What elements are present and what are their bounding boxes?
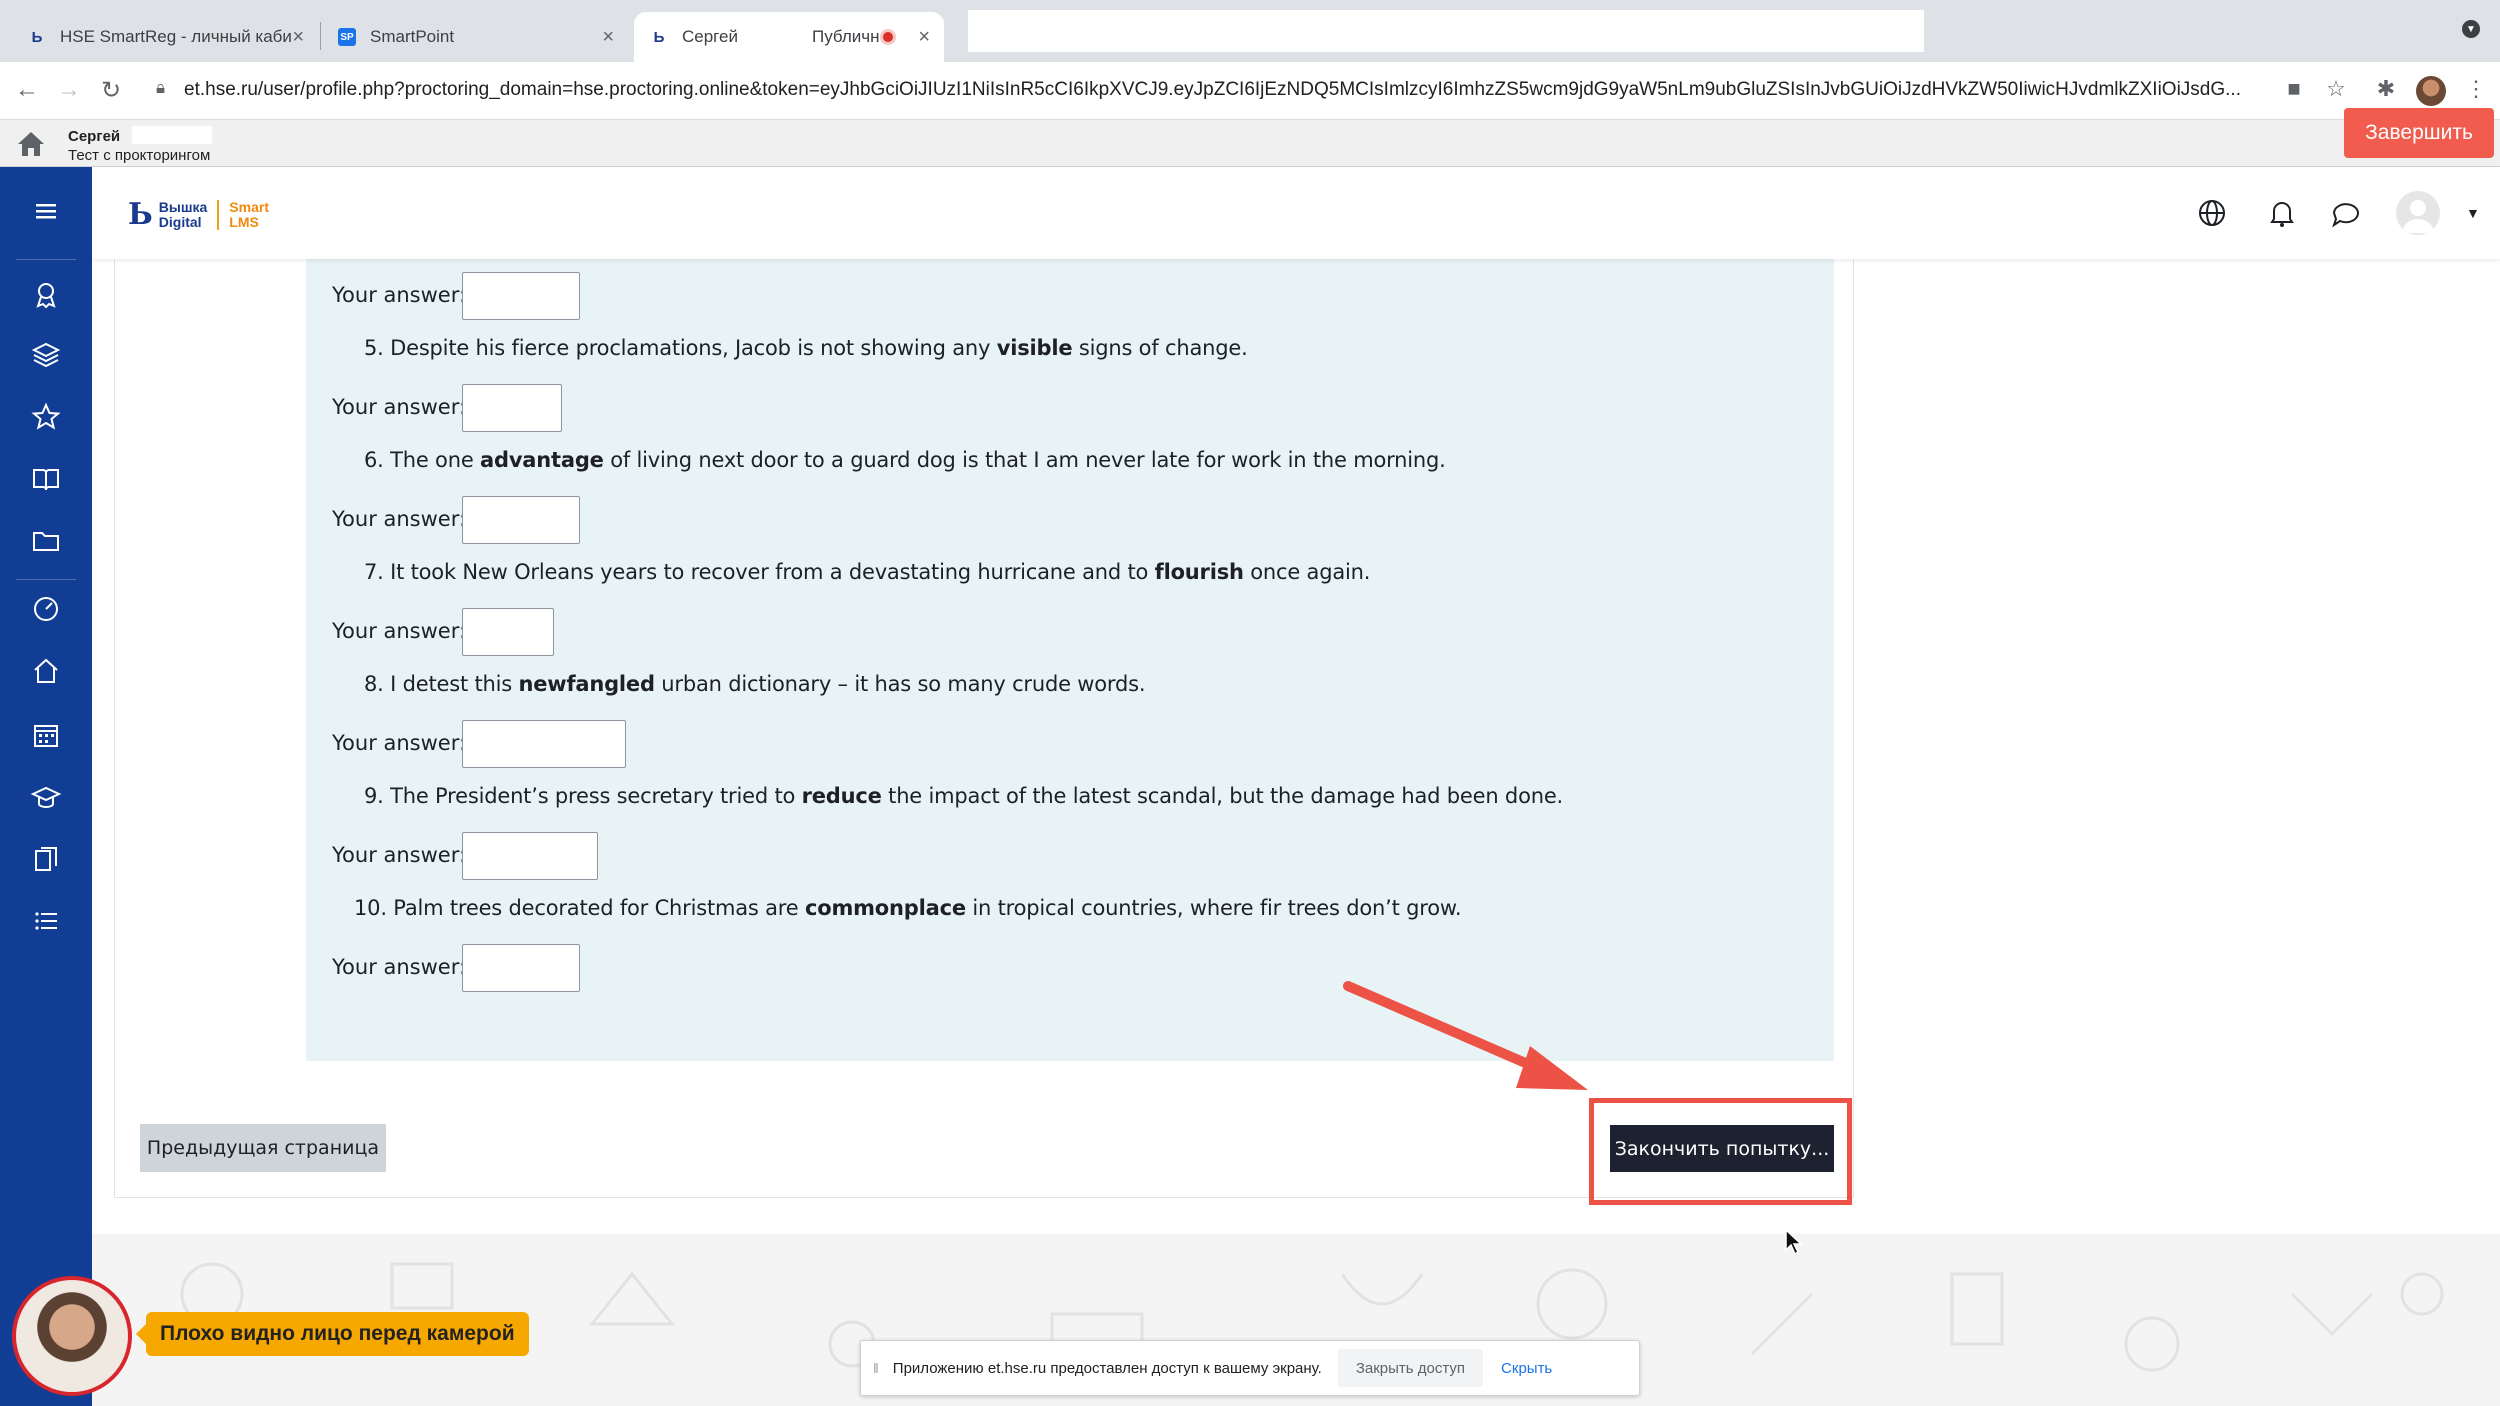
dashboard-gauge-icon[interactable] — [30, 593, 62, 625]
tab-smartpoint[interactable]: SP SmartPoint × — [322, 12, 628, 62]
answer-label: Your answer: — [332, 619, 467, 643]
menu-dots-icon[interactable]: ⋮ — [2462, 76, 2490, 102]
hse-icon: Ь — [653, 28, 665, 46]
recording-icon — [880, 29, 896, 45]
answer-input-10[interactable] — [462, 944, 580, 992]
answer-input-8[interactable] — [462, 720, 626, 768]
back-icon[interactable]: ← — [12, 76, 42, 104]
tab-active-profile[interactable]: Ь Сергей Публичн × — [634, 12, 944, 62]
answer-input-6[interactable] — [462, 496, 580, 544]
hse-icon: Ь — [31, 28, 43, 46]
user-avatar[interactable] — [2396, 191, 2440, 235]
bell-icon[interactable] — [2266, 197, 2298, 229]
files-icon[interactable] — [30, 843, 62, 875]
close-icon[interactable]: × — [292, 26, 304, 49]
hse-logo-mark: Ь — [128, 197, 153, 232]
globe-icon[interactable] — [2196, 197, 2228, 229]
lms-header: Ь Вышка Digital Smart LMS ▼ — [92, 167, 2500, 259]
close-icon[interactable]: × — [918, 26, 930, 49]
highlight-annotation — [1589, 1098, 1852, 1205]
name-redaction — [132, 126, 212, 144]
layers-icon[interactable] — [30, 339, 62, 371]
tab-hse-smartreg[interactable]: Ь HSE SmartReg - личный кабин × — [12, 12, 318, 62]
chevron-down-icon[interactable]: ▼ — [2466, 205, 2480, 221]
answer-input-4[interactable] — [462, 272, 580, 320]
exam-subtitle: Тест с прокторингом — [68, 147, 211, 164]
annotation-arrow-icon — [1343, 981, 1588, 1090]
answer-label: Your answer: — [332, 507, 467, 531]
graduation-cap-icon[interactable] — [30, 781, 62, 813]
camera-icon[interactable]: ■ — [2280, 76, 2308, 102]
home-icon[interactable] — [30, 655, 62, 687]
smart-lms-logo[interactable]: Ь Вышка Digital Smart LMS — [128, 197, 269, 232]
forward-icon[interactable]: → — [54, 76, 84, 104]
question-6: 6. The one advantage of living next door… — [364, 448, 1446, 472]
chat-icon[interactable] — [2330, 197, 2362, 229]
folder-icon[interactable] — [30, 525, 62, 557]
proctoring-bar: Сергей Тест с прокторингом — [0, 120, 2500, 167]
book-icon[interactable] — [30, 463, 62, 495]
extensions-icon[interactable]: ✱ — [2372, 76, 2400, 102]
answer-label: Your answer: — [332, 843, 467, 867]
left-sidebar — [0, 167, 92, 1406]
answer-input-7[interactable] — [462, 608, 554, 656]
question-formulation — [306, 259, 1834, 1061]
previous-page-button[interactable]: Предыдущая страница — [140, 1124, 386, 1172]
close-icon[interactable]: × — [602, 26, 614, 49]
address-bar[interactable]: et.hse.ru/user/profile.php?proctoring_do… — [184, 79, 2264, 101]
answer-input-5[interactable] — [462, 384, 562, 432]
answer-label: Your answer: — [332, 283, 467, 307]
reload-icon[interactable]: ↻ — [96, 76, 126, 105]
webcam-preview — [12, 1276, 132, 1396]
answer-label: Your answer: — [332, 731, 467, 755]
student-name: Сергей — [68, 128, 121, 145]
answer-label: Your answer: — [332, 955, 467, 979]
hamburger-menu-icon[interactable] — [30, 195, 62, 227]
drag-handle-icon[interactable]: ‖ — [873, 1360, 879, 1376]
blank-tab-area — [968, 10, 1924, 52]
finish-proctoring-button[interactable]: Завершить — [2344, 108, 2494, 158]
home-icon[interactable] — [16, 130, 46, 158]
question-8: 8. I detest this newfangled urban dictio… — [364, 672, 1146, 696]
question-7: 7. It took New Orleans years to recover … — [364, 560, 1371, 584]
badge-icon[interactable] — [30, 279, 62, 311]
sp-icon: SP — [338, 28, 356, 46]
lock-icon: 🔒︎ — [156, 78, 166, 97]
calendar-icon[interactable] — [30, 719, 62, 751]
profile-avatar[interactable] — [2416, 76, 2446, 106]
browser-toolbar: ← → ↻ 🔒︎ et.hse.ru/user/profile.php?proc… — [0, 62, 2500, 120]
browser-tab-bar: Ь HSE SmartReg - личный кабин × SP Smart… — [0, 0, 2500, 62]
screen-share-notice: ‖ Приложению et.hse.ru предоставлен дост… — [860, 1340, 1640, 1396]
camera-warning-badge: Плохо видно лицо перед камерой — [136, 1312, 529, 1356]
hide-notice-link[interactable]: Скрыть — [1501, 1360, 1552, 1377]
answer-input-9[interactable] — [462, 832, 598, 880]
question-10: 10. Palm trees decorated for Christmas a… — [354, 896, 1462, 920]
bookmark-star-icon[interactable]: ☆ — [2322, 76, 2350, 102]
star-icon[interactable] — [30, 401, 62, 433]
question-5: 5. Despite his fierce proclamations, Jac… — [364, 336, 1248, 360]
question-9: 9. The President’s press secretary tried… — [364, 784, 1564, 808]
mouse-cursor-icon — [1785, 1228, 1803, 1256]
list-icon[interactable] — [30, 905, 62, 937]
stop-sharing-button[interactable]: Закрыть доступ — [1337, 1349, 1484, 1387]
tab-search-icon[interactable]: ▼ — [2462, 20, 2480, 38]
answer-label: Your answer: — [332, 395, 467, 419]
